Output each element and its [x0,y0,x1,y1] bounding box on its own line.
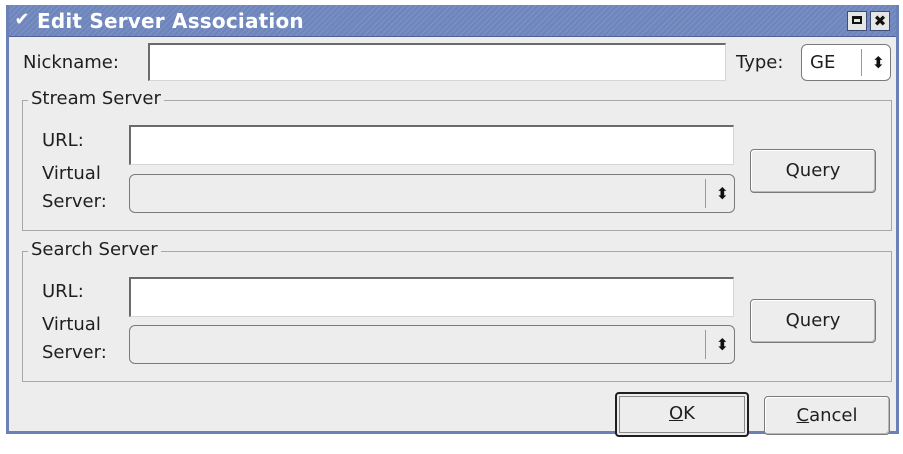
title-bar[interactable]: ✔ Edit Server Association ✖ [9,5,896,37]
search-server-frame: Search Server URL: Virtual Server: ⬍ Que… [22,239,892,382]
search-query-button[interactable]: Query [750,299,876,343]
type-select-separator [861,49,862,76]
search-virtual-label-line1: Virtual [42,314,101,335]
nickname-input[interactable] [148,43,726,81]
type-select[interactable]: GE ⬍ [801,44,891,81]
stream-server-frame: Stream Server URL: Virtual Server: ⬍ Que… [22,88,892,231]
dialog-window: ✔ Edit Server Association ✖ Nickname: Ty… [6,5,899,437]
stream-url-input[interactable] [129,125,734,165]
updown-arrow-icon: ⬍ [871,52,885,72]
search-url-label: URL: [42,281,84,302]
search-server-title: Search Server [28,239,161,260]
cancel-button[interactable]: Cancel [764,396,890,435]
ok-button[interactable]: OK [615,392,749,437]
stream-query-button[interactable]: Query [750,149,876,193]
stream-virtual-label-line1: Virtual [42,163,101,184]
stream-virtual-server-select[interactable]: ⬍ [129,174,735,213]
search-virtual-server-select[interactable]: ⬍ [129,325,735,364]
stream-select-separator [705,179,706,208]
type-label: Type: [736,52,784,73]
stream-server-title: Stream Server [28,88,164,109]
search-select-separator [705,330,706,359]
stream-url-label: URL: [42,130,84,151]
window-title: Edit Server Association [37,9,304,33]
stream-virtual-label-line2: Server: [42,191,107,212]
ok-label-rest: K [683,403,695,424]
ok-mnemonic: O [669,403,684,424]
type-select-value: GE [810,52,836,73]
nickname-label: Nickname: [23,52,119,73]
cancel-mnemonic: C [796,405,810,426]
search-url-input[interactable] [129,277,734,317]
maximize-icon[interactable] [847,11,867,31]
updown-arrow-icon: ⬍ [715,183,729,203]
cancel-label-rest: ancel [809,405,858,426]
close-icon[interactable]: ✖ [870,11,890,31]
chevron-down-icon[interactable]: ✔ [12,9,32,31]
updown-arrow-icon: ⬍ [715,334,729,354]
search-virtual-label-line2: Server: [42,342,107,363]
